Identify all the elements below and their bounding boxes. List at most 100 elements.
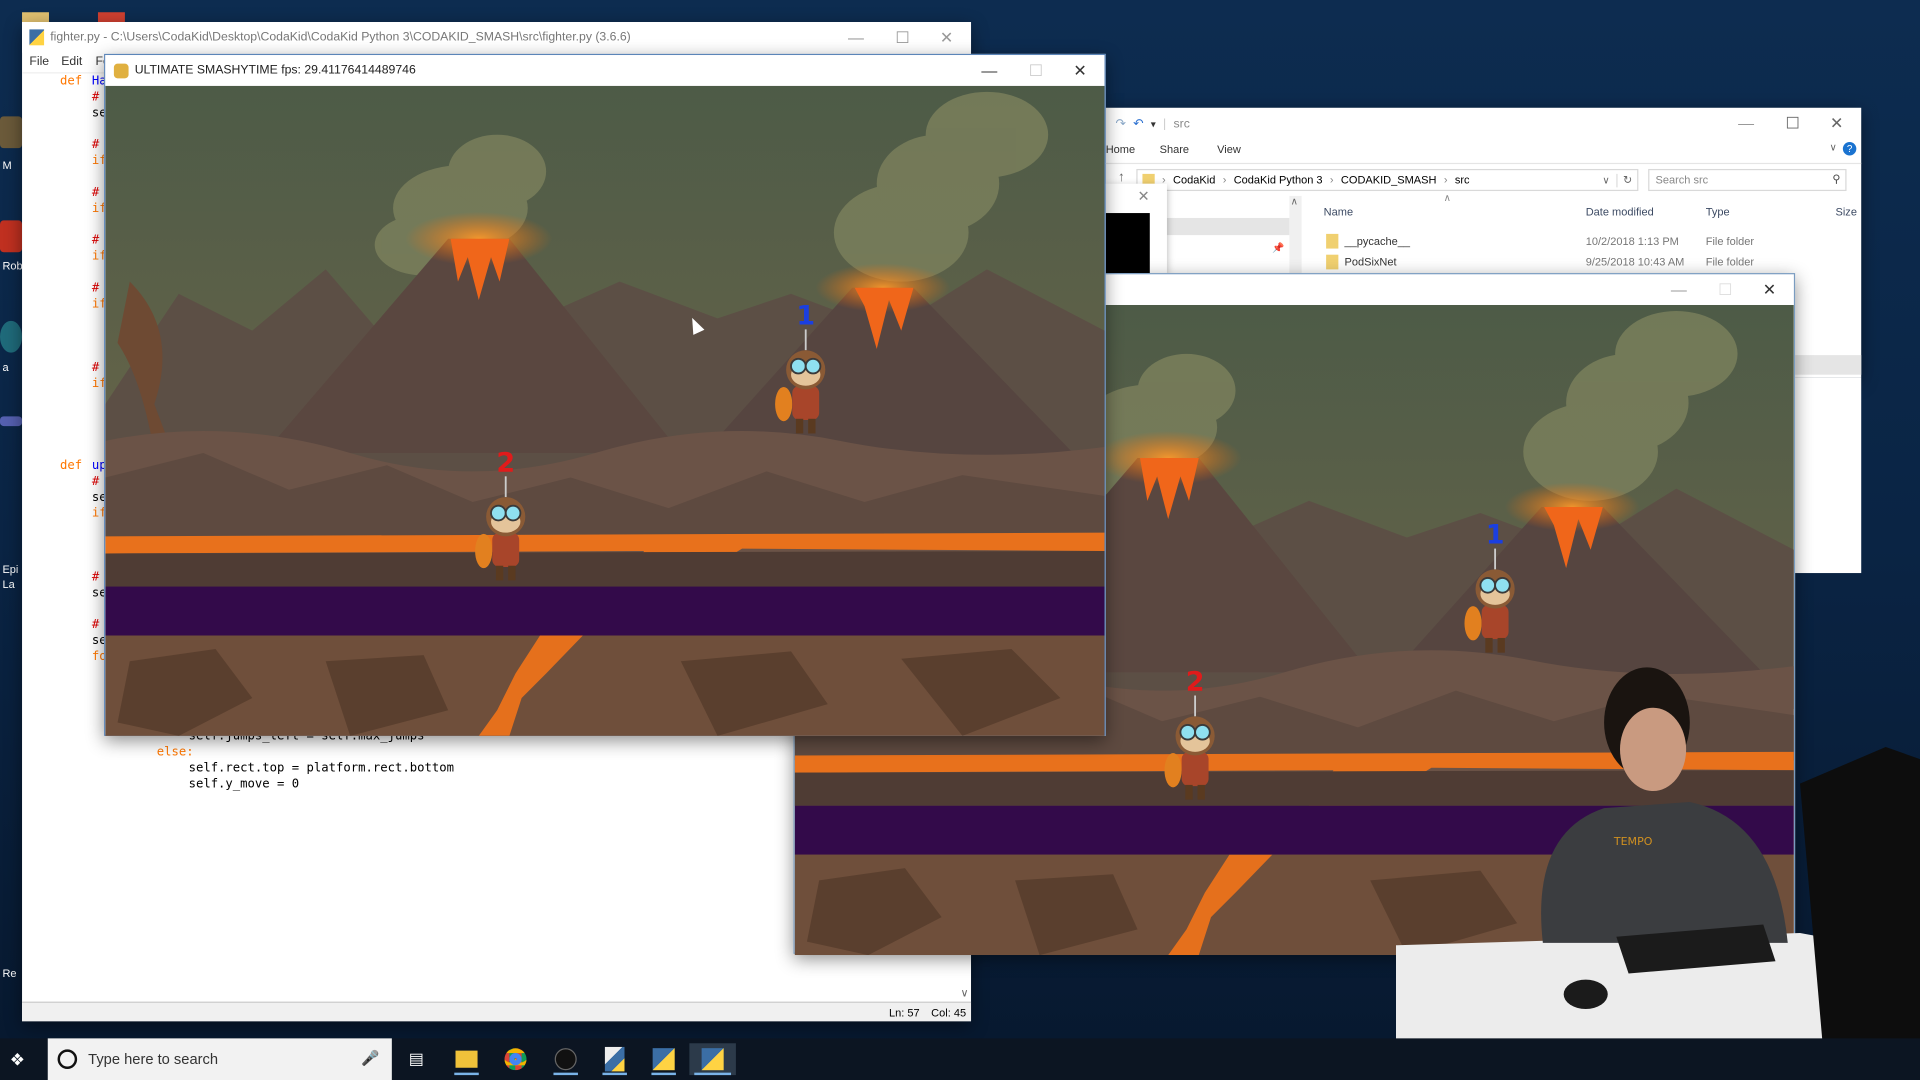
game-title-bar[interactable]: ULTIMATE SMASHYTIME fps: 29.411764144897… (105, 55, 1105, 86)
code-comment: # (91, 186, 100, 200)
code-comment: # (91, 361, 100, 375)
code-comment: # (91, 281, 100, 296)
breadcrumb-item[interactable]: CodaKid Python 3 (1234, 174, 1323, 186)
code-comment: # (91, 233, 100, 248)
desktop: M Rob a Epi La Re fighter.py - C:\Users\… (0, 0, 1920, 1080)
desktop-icon-label: a (2, 361, 9, 374)
column-size[interactable]: Size (1836, 206, 1857, 218)
code-comment: # (91, 570, 100, 585)
refresh-icon[interactable]: ↻ (1616, 173, 1637, 187)
taskbar-search-input[interactable]: Type here to search (88, 1051, 218, 1068)
scroll-down-arrow[interactable]: ∨ (960, 987, 968, 1000)
menu-edit[interactable]: Edit (61, 55, 82, 68)
webcam-feed: TEMPO (1395, 667, 1920, 1080)
taskbar-search[interactable]: Type here to search 🎤 (47, 1038, 392, 1080)
desktop-icon[interactable] (0, 116, 23, 149)
close-button[interactable]: ✕ (1058, 55, 1102, 86)
maximize-button[interactable]: ☐ (880, 22, 924, 53)
desktop-icon[interactable] (0, 220, 23, 253)
explorer-selected-row[interactable] (1793, 355, 1862, 375)
game-title: ULTIMATE SMASHYTIME fps: 29.411764144897… (134, 63, 416, 78)
close-button[interactable]: ✕ (1815, 108, 1859, 139)
minimize-button[interactable]: — (967, 55, 1011, 86)
search-box[interactable]: Search src ⚲ (1648, 168, 1847, 192)
breadcrumb-item[interactable]: CODAKID_SMASH (1341, 174, 1437, 186)
minimize-button[interactable]: — (1657, 274, 1701, 305)
minimize-button[interactable]: — (834, 22, 878, 53)
code-line: self.rect.top = platform.rect.bottom (188, 761, 454, 776)
maximize-button[interactable]: ☐ (1014, 55, 1058, 86)
code-comment: # (91, 475, 100, 489)
file-row[interactable]: __pycache__ 10/2/2018 1:13 PM File folde… (1324, 233, 1851, 251)
address-bar[interactable]: › CodaKid › CodaKid Python 3 › CODAKID_SMAS… (1136, 168, 1639, 192)
editor-status-bar: Ln: 57 Col: 45 (22, 1001, 972, 1022)
ribbon-expand-icon[interactable]: ∨ (1830, 142, 1837, 153)
code-comment: # (91, 618, 100, 632)
breadcrumb-item[interactable]: CodaKid (1173, 174, 1215, 186)
pin-icon[interactable]: 📌 (1272, 242, 1284, 253)
address-dropdown-icon[interactable]: ∨ (1602, 174, 1609, 185)
desktop-icon[interactable] (0, 416, 23, 427)
file-row[interactable]: PodSixNet 9/25/2018 10:43 AM File folder (1324, 254, 1851, 272)
python-launcher-icon[interactable] (647, 1043, 681, 1076)
breadcrumb-item[interactable]: src (1455, 174, 1470, 186)
game-scene: 1 2 (105, 85, 1105, 736)
desktop-icon-label: Re (2, 967, 17, 980)
file-type: File folder (1705, 235, 1755, 248)
file-name: PodSixNet (1344, 255, 1397, 269)
pygame-window-icon[interactable] (689, 1043, 736, 1076)
chrome-icon[interactable] (498, 1043, 532, 1075)
maximize-button[interactable]: ☐ (1771, 108, 1815, 139)
column-date-modified[interactable]: Date modified (1586, 206, 1654, 218)
player-2-label: 2 (496, 447, 515, 478)
redo-icon[interactable]: ↷ (1116, 117, 1126, 130)
tab-view[interactable]: View (1217, 143, 1241, 155)
tab-home[interactable]: Home (1106, 143, 1135, 155)
pygame-icon (113, 63, 129, 78)
column-type[interactable]: Type (1706, 206, 1730, 218)
explorer-title: src (1173, 116, 1190, 131)
search-input[interactable]: Search src (1656, 174, 1709, 186)
folder-icon (1326, 254, 1339, 270)
tab-share[interactable]: Share (1160, 143, 1189, 155)
file-name: __pycache__ (1344, 235, 1411, 248)
code-line: self.y_move = 0 (188, 777, 300, 792)
explorer-window-lower (1793, 377, 1862, 574)
customize-dropdown-icon[interactable]: ▾ (1151, 118, 1156, 129)
desktop-icon-label: La (2, 577, 15, 591)
column-name[interactable]: Name (1324, 206, 1353, 218)
file-date: 10/2/2018 1:13 PM (1585, 235, 1679, 248)
menu-file[interactable]: File (29, 55, 49, 68)
desktop-icon[interactable] (0, 320, 23, 353)
maximize-button[interactable]: ☐ (1703, 274, 1747, 305)
microphone-icon[interactable]: 🎤 (361, 1049, 379, 1066)
close-button[interactable]: ✕ (1747, 274, 1791, 305)
python-idle-icon[interactable] (598, 1043, 632, 1076)
status-line: Ln: 57 (888, 1006, 920, 1019)
code-keyword: def (60, 459, 83, 473)
file-explorer-icon[interactable] (449, 1043, 483, 1076)
purple-platform (105, 586, 1105, 636)
minimize-button[interactable]: — (1724, 108, 1768, 139)
game-canvas[interactable]: 1 2 (105, 85, 1105, 736)
start-button[interactable]: ❖ (10, 1049, 34, 1071)
ribbon-tabs: Home Share View ∨ ? (1105, 140, 1862, 165)
obs-icon[interactable] (549, 1043, 583, 1076)
close-button[interactable]: ✕ (1138, 187, 1150, 204)
desktop-icon-label: Rob (2, 259, 23, 272)
code-line: else: (156, 745, 194, 760)
person-face (1620, 707, 1687, 792)
editor-title-bar[interactable]: fighter.py - C:\Users\CodaKid\Desktop\Co… (22, 22, 972, 53)
game-window: ULTIMATE SMASHYTIME fps: 29.411764144897… (104, 53, 1106, 736)
code-keyword: def (60, 74, 83, 89)
task-view-icon[interactable]: ▤ (399, 1043, 433, 1075)
file-date: 9/25/2018 10:43 AM (1585, 255, 1685, 269)
player-1-label: 1 (796, 300, 815, 331)
help-icon[interactable]: ? (1842, 142, 1857, 156)
desktop-icon-label: Epi (2, 563, 19, 576)
hoodie-logo: TEMPO (1613, 835, 1653, 848)
close-button[interactable]: ✕ (924, 22, 968, 53)
folder-icon (1326, 233, 1339, 249)
undo-icon[interactable]: ↶ (1133, 117, 1143, 130)
popup-window: ✕ (1105, 183, 1167, 275)
